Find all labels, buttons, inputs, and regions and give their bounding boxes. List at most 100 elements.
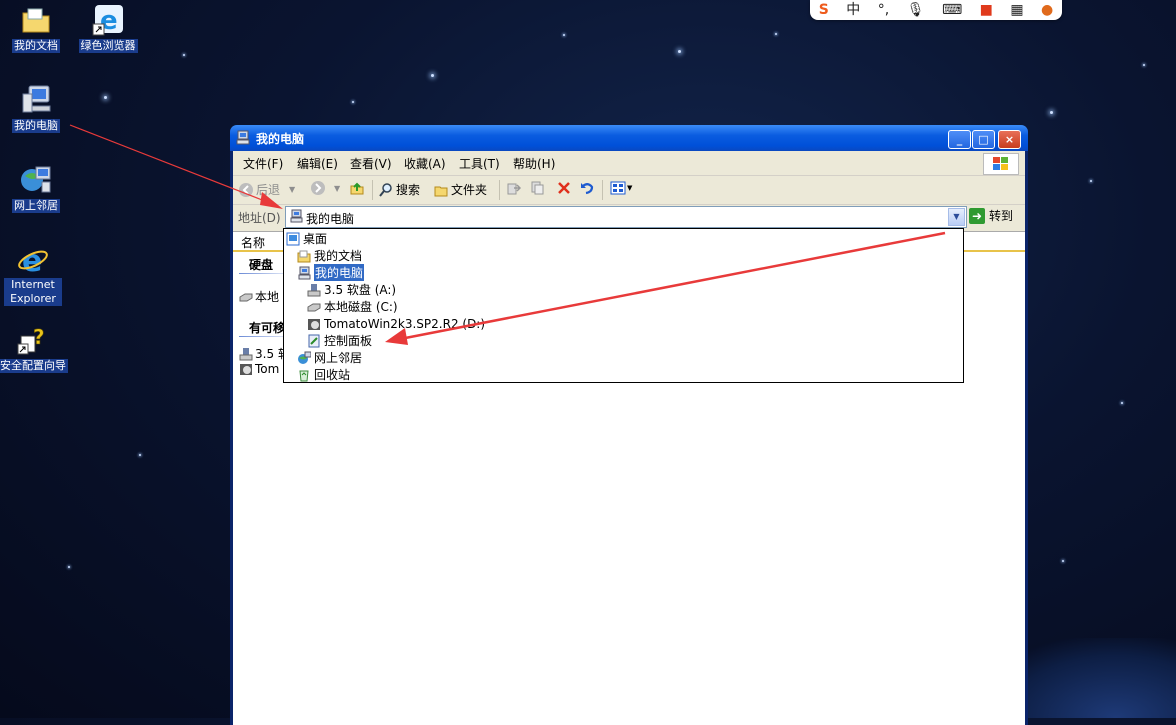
up-folder-button[interactable] [350, 181, 364, 195]
menu-tools[interactable]: 工具(T) [459, 155, 500, 172]
title-bar[interactable]: 我的电脑 _ □ × [230, 125, 1028, 151]
desktop-icon-green-browser[interactable]: e 绿色浏览器 [72, 4, 144, 53]
list-item-cd-drive[interactable]: Tom [239, 362, 279, 376]
go-label: 转到 [989, 209, 1014, 223]
dropdown-item-label: 桌面 [303, 232, 328, 246]
computer-icon [297, 266, 311, 280]
menu-bar: 文件(F) 编辑(E) 查看(V) 收藏(A) 工具(T) 帮助(H) [233, 151, 1025, 176]
address-input[interactable]: 我的电脑 ▼ [285, 206, 967, 228]
keyboard-icon[interactable]: ⌨ [942, 1, 962, 19]
folder-icon [20, 4, 52, 36]
menu-edit[interactable]: 编辑(E) [297, 155, 338, 172]
forward-button[interactable]: ▼ [311, 181, 340, 195]
computer-icon [20, 84, 52, 116]
sogou-logo-icon[interactable]: S [819, 1, 829, 19]
dropdown-item-label-selected: 我的电脑 [314, 264, 365, 281]
svg-text:?: ? [33, 325, 45, 349]
dropdown-item-my-computer[interactable]: 我的电脑 [297, 264, 365, 281]
menu-favorites[interactable]: 收藏(A) [404, 155, 446, 172]
go-button[interactable]: ➜ 转到 [969, 207, 1013, 224]
windows-logo-icon [983, 153, 1019, 175]
minimize-button[interactable]: _ [948, 130, 971, 149]
network-icon [20, 164, 52, 196]
back-button[interactable]: 后退 ▼ [239, 181, 295, 198]
my-computer-window: 我的电脑 _ □ × 文件(F) 编辑(E) 查看(V) 收藏(A) 工具(T)… [230, 125, 1028, 725]
desktop-icon-label: 我的文档 [12, 39, 60, 53]
dropdown-item-recycle-bin[interactable]: 回收站 [297, 366, 350, 383]
copy-to-icon [531, 181, 545, 195]
close-button[interactable]: × [998, 130, 1021, 149]
standard-toolbar: 后退 ▼ ▼ 搜索 文件夹 ▼ [233, 176, 1025, 205]
delete-x-icon [557, 181, 571, 195]
back-arrow-icon [239, 182, 253, 197]
folders-button[interactable]: 文件夹 [434, 181, 487, 198]
control-panel-icon [307, 334, 321, 348]
list-item-local-disk[interactable]: 本地 [239, 288, 279, 305]
dropdown-item-label: 控制面板 [324, 334, 373, 348]
go-arrow-icon: ➜ [969, 207, 985, 224]
maximize-button[interactable]: □ [972, 130, 995, 149]
views-dropdown-icon[interactable]: ▼ [627, 184, 632, 192]
list-item-label: 本地 [255, 290, 280, 304]
avatar-icon[interactable]: ● [1041, 1, 1053, 19]
skin-icon[interactable]: ■ [980, 1, 993, 19]
delete-button[interactable] [557, 181, 571, 195]
computer-icon [236, 130, 250, 145]
desktop-icon-security-wizard[interactable]: ? 安全配置向导 [0, 324, 69, 373]
cd-drive-icon [307, 317, 321, 331]
desktop-icon-label: 我的电脑 [12, 119, 60, 133]
up-folder-icon [350, 181, 364, 195]
desktop-icon-label: 网上邻居 [12, 199, 60, 213]
desktop-icon-my-computer[interactable]: 我的电脑 [0, 84, 72, 133]
security-wizard-icon: ? [17, 324, 49, 356]
dropdown-item-label: 我的文档 [314, 249, 363, 263]
dropdown-item-desktop[interactable]: 桌面 [286, 230, 327, 247]
desktop-icon-internet-explorer[interactable]: e Internet Explorer [0, 244, 69, 306]
folders-label: 文件夹 [451, 183, 488, 197]
dropdown-item-control-panel[interactable]: 控制面板 [307, 332, 372, 349]
list-item-label: Tom [255, 362, 280, 376]
address-bar: 地址(D) 我的电脑 ▼ ➜ 转到 [233, 205, 1025, 229]
window-title: 我的电脑 [256, 132, 305, 146]
microphone-icon[interactable]: 🎙 [907, 1, 925, 19]
group-hard-disks: 硬盘 [249, 258, 274, 272]
dropdown-item-cd-drive[interactable]: TomatoWin2k3.SP2.R2 (D:) [307, 315, 485, 332]
dropdown-item-label: TomatoWin2k3.SP2.R2 (D:) [324, 316, 486, 331]
punctuation-icon[interactable]: °, [878, 1, 889, 19]
address-label: 地址(D) [238, 211, 281, 225]
menu-help[interactable]: 帮助(H) [513, 155, 555, 172]
floppy-icon [307, 283, 321, 297]
menu-view[interactable]: 查看(V) [350, 155, 392, 172]
cd-drive-icon [239, 362, 253, 376]
search-button[interactable]: 搜索 [379, 181, 420, 198]
dropdown-item-label: 网上邻居 [314, 351, 363, 365]
copy-to-button[interactable] [531, 181, 545, 195]
hard-disk-icon [239, 290, 253, 304]
recycle-bin-icon [297, 368, 311, 382]
desktop-icon-label: 绿色浏览器 [78, 39, 138, 53]
move-to-icon [507, 181, 522, 195]
undo-button[interactable] [580, 181, 594, 195]
move-to-button[interactable] [507, 181, 522, 195]
forward-dropdown-icon[interactable]: ▼ [334, 184, 340, 193]
desktop-icon [286, 232, 300, 246]
dropdown-item-my-documents[interactable]: 我的文档 [297, 247, 362, 264]
ime-mode-chinese[interactable]: 中 [846, 1, 860, 19]
desktop-icon-label: 安全配置向导 [0, 359, 68, 373]
dropdown-item-label: 回收站 [314, 368, 351, 382]
dropdown-item-floppy[interactable]: 3.5 软盘 (A:) [307, 281, 396, 298]
address-value: 我的电脑 [306, 212, 355, 226]
views-icon [610, 181, 626, 195]
back-dropdown-icon[interactable]: ▼ [289, 185, 295, 194]
desktop-icon-network[interactable]: 网上邻居 [0, 164, 72, 213]
forward-arrow-icon [311, 181, 325, 195]
dropdown-item-network[interactable]: 网上邻居 [297, 349, 362, 366]
desktop-icon-my-documents[interactable]: 我的文档 [0, 4, 72, 53]
apps-grid-icon[interactable]: ▦ [1010, 1, 1023, 19]
search-icon [379, 182, 393, 197]
ime-toolbar[interactable]: S 中 °, 🎙 ⌨ ■ ▦ ● [810, 0, 1062, 20]
address-dropdown-button[interactable]: ▼ [948, 208, 965, 226]
dropdown-item-local-disk[interactable]: 本地磁盘 (C:) [307, 298, 398, 315]
views-button[interactable]: ▼ [610, 181, 632, 195]
menu-file[interactable]: 文件(F) [243, 155, 283, 172]
